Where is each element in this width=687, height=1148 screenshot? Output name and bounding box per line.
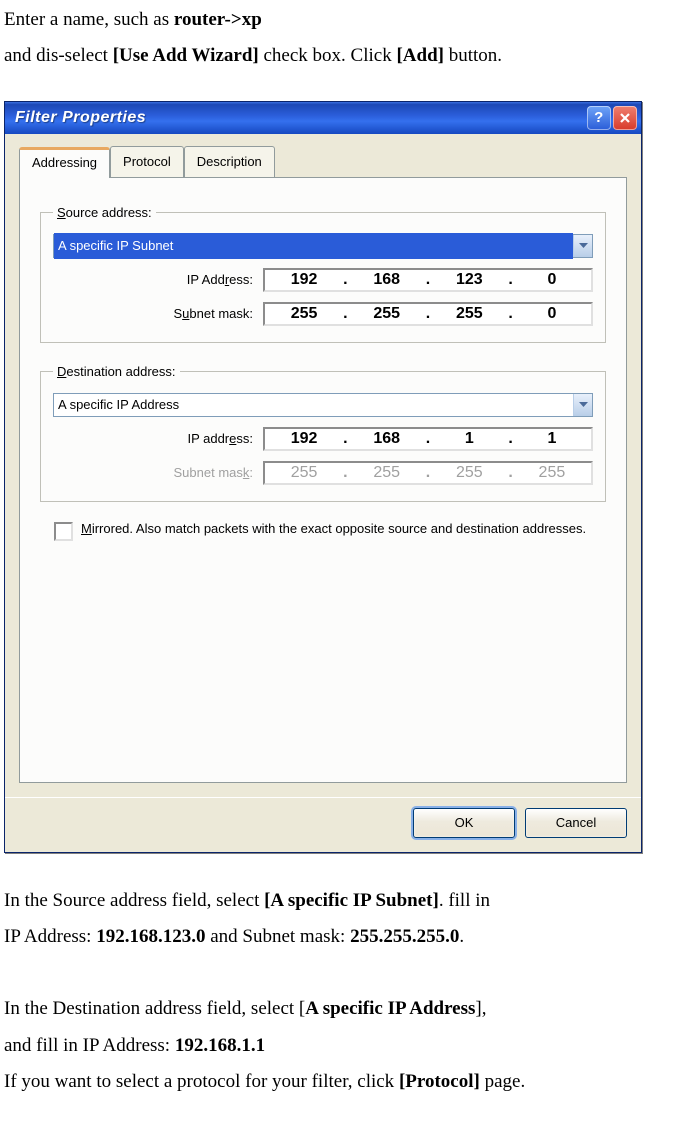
source-address-group: Source address: A specific IP Subnet IP … <box>40 202 606 343</box>
mirrored-label: Mirrored. Also match packets with the ex… <box>81 520 586 538</box>
ok-button[interactable]: OK <box>413 808 515 838</box>
destination-mask-row: Subnet mask: 255. 255. 255. 255 <box>53 461 593 485</box>
help-icon[interactable]: ? <box>587 106 611 130</box>
mirrored-row: Mirrored. Also match packets with the ex… <box>54 520 592 541</box>
destination-mask-label: Subnet mask: <box>53 462 263 484</box>
source-ip-label: IP Address: <box>53 269 263 291</box>
destination-ip-input[interactable]: 192. 168. 1. 1 <box>263 427 593 451</box>
source-select-value: A specific IP Subnet <box>54 233 573 259</box>
tab-addressing[interactable]: Addressing <box>19 147 110 178</box>
source-mask-row: Subnet mask: 255. 255. 255. 0 <box>53 302 593 326</box>
destination-address-group: Destination address: A specific IP Addre… <box>40 361 606 502</box>
chevron-down-icon <box>573 235 592 257</box>
doc-post-5: If you want to select a protocol for you… <box>4 1066 687 1098</box>
filter-properties-dialog: Filter Properties ? Addressing Protocol … <box>4 101 642 853</box>
chevron-down-icon <box>573 394 592 416</box>
destination-select-value: A specific IP Address <box>54 392 573 418</box>
doc-post-4: and fill in IP Address: 192.168.1.1 <box>4 1030 687 1062</box>
destination-ip-label: IP address: <box>53 428 263 450</box>
doc-post-3: In the Destination address field, select… <box>4 993 687 1025</box>
dialog-body: Addressing Protocol Description Source a… <box>5 134 641 797</box>
source-ip-row: IP Address: 192. 168. 123. 0 <box>53 268 593 292</box>
cancel-button[interactable]: Cancel <box>525 808 627 838</box>
addressing-pane: Source address: A specific IP Subnet IP … <box>19 177 627 783</box>
tab-protocol[interactable]: Protocol <box>110 146 184 177</box>
destination-address-type-select[interactable]: A specific IP Address <box>53 393 593 417</box>
mirrored-checkbox[interactable] <box>54 522 73 541</box>
button-bar: OK Cancel <box>5 797 641 852</box>
titlebar[interactable]: Filter Properties ? <box>5 102 641 134</box>
close-icon[interactable] <box>613 106 637 130</box>
source-mask-input[interactable]: 255. 255. 255. 0 <box>263 302 593 326</box>
destination-ip-row: IP address: 192. 168. 1. 1 <box>53 427 593 451</box>
source-legend: Source address: <box>53 202 156 224</box>
destination-mask-input: 255. 255. 255. 255 <box>263 461 593 485</box>
doc-post-2: IP Address: 192.168.123.0 and Subnet mas… <box>4 921 687 953</box>
tab-strip: Addressing Protocol Description <box>19 146 627 177</box>
doc-post-1: In the Source address field, select [A s… <box>4 885 687 917</box>
source-ip-input[interactable]: 192. 168. 123. 0 <box>263 268 593 292</box>
destination-legend: Destination address: <box>53 361 180 383</box>
doc-line-2: and dis-select [Use Add Wizard] check bo… <box>4 40 687 72</box>
source-mask-label: Subnet mask: <box>53 303 263 325</box>
source-address-type-select[interactable]: A specific IP Subnet <box>53 234 593 258</box>
window-title: Filter Properties <box>15 104 585 131</box>
doc-line-1: Enter a name, such as router->xp <box>4 4 687 36</box>
tab-description[interactable]: Description <box>184 146 275 177</box>
filter-properties-screenshot: Filter Properties ? Addressing Protocol … <box>4 101 642 853</box>
